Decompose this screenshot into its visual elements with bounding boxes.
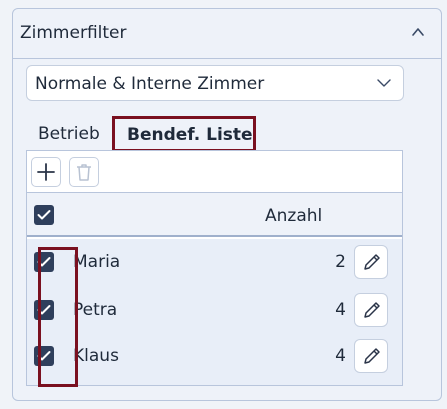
- plus-icon: [37, 163, 55, 181]
- edit-button[interactable]: [354, 245, 388, 279]
- row-checkbox[interactable]: [34, 252, 54, 272]
- grid-header-row: Anzahl: [27, 193, 402, 237]
- table-row[interactable]: Maria 2: [27, 239, 402, 285]
- row-count: 4: [335, 300, 346, 320]
- room-type-select[interactable]: Normale & Interne Zimmer: [26, 65, 404, 101]
- tab-bendef-liste[interactable]: Bendef. Liste: [112, 116, 256, 152]
- table-row[interactable]: Klaus 4: [27, 333, 402, 379]
- checkmark-icon: [37, 351, 51, 361]
- tab-betrieb[interactable]: Betrieb: [38, 124, 100, 144]
- row-name: Maria: [73, 252, 121, 272]
- grid-toolbar: [27, 151, 402, 193]
- panel-header[interactable]: Zimmerfilter: [13, 9, 441, 59]
- checkmark-icon: [37, 305, 51, 315]
- add-button[interactable]: [31, 157, 61, 187]
- pencil-icon: [364, 302, 380, 318]
- table-row[interactable]: Petra 4: [27, 287, 402, 333]
- trash-icon: [77, 164, 91, 181]
- row-name: Petra: [73, 300, 118, 320]
- tab-bendef-liste-label: Bendef. Liste: [127, 125, 253, 145]
- select-value: Normale & Interne Zimmer: [35, 74, 265, 94]
- row-count: 2: [335, 252, 346, 272]
- checkmark-icon: [37, 257, 51, 267]
- edit-button[interactable]: [354, 293, 388, 327]
- checkmark-icon: [37, 210, 51, 220]
- guest-list-grid: Anzahl Maria 2 Petra 4 Klaus 4: [26, 150, 403, 386]
- delete-button[interactable]: [69, 157, 99, 187]
- pencil-icon: [364, 348, 380, 364]
- panel-title: Zimmerfilter: [20, 23, 127, 43]
- row-checkbox[interactable]: [34, 346, 54, 366]
- edit-button[interactable]: [354, 339, 388, 373]
- pencil-icon: [364, 254, 380, 270]
- select-all-checkbox[interactable]: [34, 205, 54, 225]
- chevron-up-icon[interactable]: [411, 25, 425, 39]
- row-count: 4: [335, 346, 346, 366]
- row-checkbox[interactable]: [34, 300, 54, 320]
- row-name: Klaus: [73, 346, 119, 366]
- column-header-anzahl[interactable]: Anzahl: [265, 206, 322, 226]
- chevron-down-icon: [377, 79, 391, 87]
- grid-rows: Maria 2 Petra 4 Klaus 4: [27, 239, 402, 385]
